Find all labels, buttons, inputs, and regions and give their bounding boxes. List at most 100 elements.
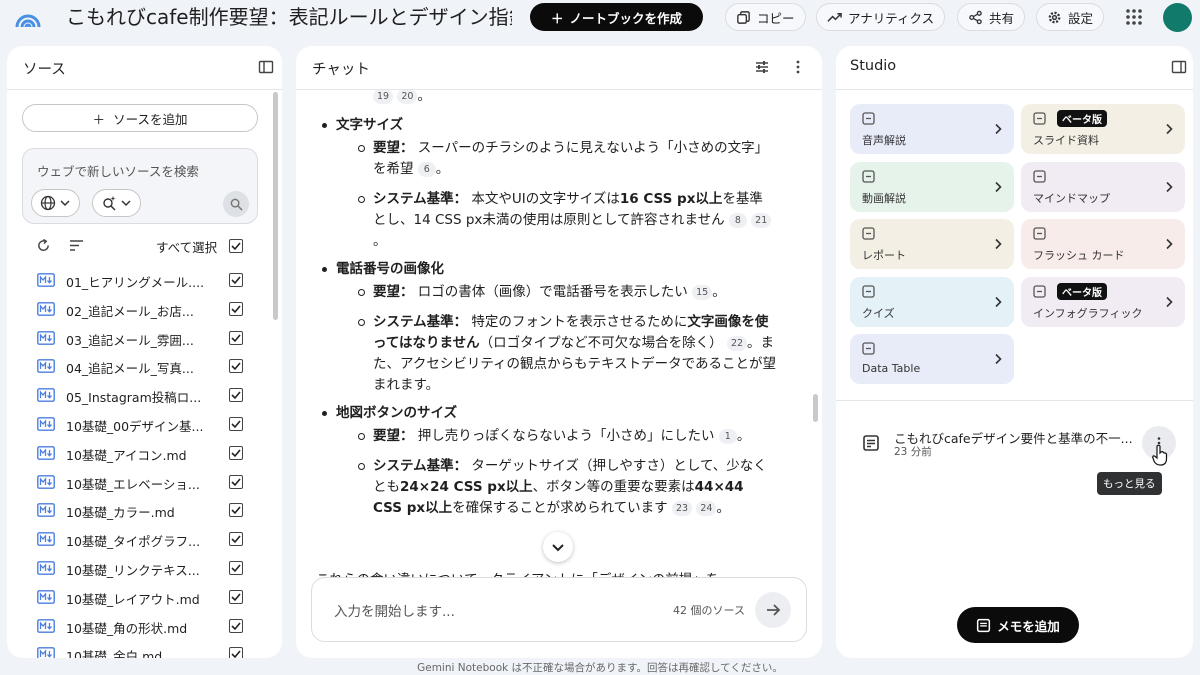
source-checkbox[interactable]	[229, 532, 243, 547]
scrollbar[interactable]	[813, 394, 818, 422]
search-icon	[230, 198, 243, 211]
source-checkbox[interactable]	[229, 330, 243, 345]
beta-badge: ベータ版	[1057, 282, 1107, 300]
source-checkbox[interactable]	[229, 618, 243, 633]
markdown-file-icon	[37, 301, 55, 316]
check-icon	[231, 362, 241, 371]
citation[interactable]: 20	[397, 90, 418, 104]
source-checkbox[interactable]	[229, 589, 243, 604]
web-search-box[interactable]: ウェブで新しいソースを検索	[22, 148, 258, 224]
source-item[interactable]: 10基礎_レイアウト.md	[7, 583, 282, 611]
citation[interactable]: 24	[696, 500, 717, 516]
collapse-panel-icon[interactable]	[1171, 59, 1187, 75]
chevron-down-icon	[552, 544, 564, 552]
search-submit-button[interactable]	[223, 191, 249, 217]
chevron-right-icon	[995, 353, 1002, 365]
notebook-logo-icon[interactable]	[14, 5, 42, 33]
select-all-checkbox[interactable]	[229, 239, 243, 253]
source-item-label: 10基礎_00デザイン基...	[66, 419, 204, 434]
saved-note[interactable]: こもれびcafeデザイン要件と基準の不一... 23 分前	[860, 426, 1170, 466]
add-source-button[interactable]: ＋ ソースを追加	[22, 104, 258, 132]
source-checkbox[interactable]	[229, 503, 243, 518]
web-source-dropdown[interactable]	[31, 189, 80, 217]
source-checkbox[interactable]	[229, 417, 243, 431]
label: システム基準：	[373, 314, 468, 330]
source-item[interactable]: 10基礎_00デザイン基...	[7, 410, 282, 438]
source-item[interactable]: 10基礎_タイポグラフ...	[7, 525, 282, 553]
citation[interactable]: 6	[417, 161, 436, 177]
label: 要望：	[373, 140, 414, 156]
label: 要望：	[373, 284, 414, 300]
share-button[interactable]: 共有	[957, 3, 1026, 31]
source-checkbox[interactable]	[229, 301, 243, 316]
studio-card[interactable]: マインドマップ	[1021, 161, 1185, 212]
source-item[interactable]: 05_Instagram投稿ロ...	[7, 381, 282, 409]
more-vert-icon[interactable]	[790, 59, 806, 75]
search-input[interactable]: ウェブで新しいソースを検索	[37, 161, 199, 180]
source-checkbox[interactable]	[229, 273, 243, 287]
source-checkbox[interactable]	[229, 359, 243, 374]
notebook-title[interactable]: こもれびcafe制作要望：表記ルールとデザイン指針	[66, 4, 512, 30]
settings-label: 設定	[1068, 10, 1094, 26]
source-checkbox[interactable]	[229, 474, 243, 489]
chevron-right-icon	[995, 123, 1002, 135]
studio-card[interactable]: Data Table	[850, 334, 1014, 384]
settings-button[interactable]: 設定	[1036, 3, 1105, 31]
scroll-down-button[interactable]	[543, 532, 573, 562]
studio-card[interactable]: クイズ	[850, 276, 1014, 327]
citation[interactable]: 8	[728, 212, 747, 228]
source-item[interactable]: 04_追記メール_写真...	[7, 352, 282, 380]
studio-card[interactable]: レポート	[850, 219, 1014, 269]
source-checkbox[interactable]	[229, 388, 243, 403]
analytics-button[interactable]: アナリティクス	[816, 3, 946, 31]
scrollbar[interactable]	[273, 92, 278, 320]
citation[interactable]: 22	[726, 335, 748, 351]
research-mode-dropdown[interactable]	[92, 189, 141, 217]
source-item[interactable]: 10基礎_カラー.md	[7, 496, 282, 524]
text: 本文やUIの文字サイズは	[471, 191, 620, 207]
source-item[interactable]: 01_ヒアリングメール....	[7, 266, 282, 294]
studio-card-label: Data Table	[862, 362, 921, 375]
source-item[interactable]: 10基礎_アイコン.md	[7, 439, 282, 467]
avatar[interactable]	[1163, 3, 1192, 32]
chat-panel: チャット 19 20。 文字サイズ 要望： スーパーのチラシのように見えないよう…	[296, 46, 822, 658]
apps-grid-icon[interactable]	[1125, 8, 1143, 26]
source-checkbox[interactable]	[229, 445, 243, 460]
citation[interactable]: 15	[692, 284, 713, 300]
studio-card[interactable]: ベータ版 インフォグラフィック	[1021, 276, 1185, 327]
studio-card[interactable]: 音声解説	[850, 104, 1014, 154]
create-notebook-button[interactable]: ＋ ノートブックを作成	[530, 3, 703, 31]
studio-card[interactable]: ベータ版 スライド資料	[1021, 104, 1185, 154]
tune-icon[interactable]	[754, 59, 770, 75]
source-item[interactable]: 10基礎_エレベーショ...	[7, 468, 282, 496]
collapse-panel-icon[interactable]	[258, 59, 274, 75]
studio-card[interactable]: 動画解説	[850, 161, 1014, 212]
citation[interactable]: 1	[718, 428, 737, 444]
section-heading: 地図ボタンのサイズ	[316, 403, 776, 424]
source-item[interactable]: 03_追記メール_雰囲...	[7, 324, 282, 352]
studio-card-label: 音声解説	[862, 134, 906, 147]
refresh-icon[interactable]	[36, 238, 51, 253]
source-item[interactable]: 02_追記メール_お店...	[7, 295, 282, 323]
source-checkbox[interactable]	[229, 647, 243, 658]
copy-button[interactable]: コピー	[725, 3, 806, 31]
citation[interactable]: 19	[373, 90, 394, 104]
studio-card[interactable]: フラッシュ カード	[1021, 219, 1185, 269]
source-item[interactable]: 10基礎_余白.md	[7, 640, 282, 658]
source-item[interactable]: 10基礎_リンクテキス...	[7, 554, 282, 582]
citation[interactable]: 23	[671, 500, 693, 516]
citation[interactable]: 21	[751, 212, 772, 228]
text: 。	[716, 500, 730, 516]
share-icon	[969, 10, 982, 24]
send-button[interactable]	[755, 592, 791, 628]
source-item[interactable]: 10基礎_角の形状.md	[7, 612, 282, 640]
studio-title: Studio	[850, 58, 897, 74]
chat-input[interactable]: 入力を開始します...	[334, 600, 455, 620]
source-checkbox[interactable]	[229, 561, 243, 575]
gear-icon	[1048, 11, 1061, 23]
sort-icon[interactable]	[69, 239, 84, 252]
add-note-button[interactable]: メモを追加	[957, 607, 1079, 643]
copy-label: コピー	[757, 10, 795, 26]
chat-input-box[interactable]: 入力を開始します... 42 個のソース	[311, 577, 807, 642]
text: 、ボタン等の重要な要素は	[532, 479, 695, 495]
